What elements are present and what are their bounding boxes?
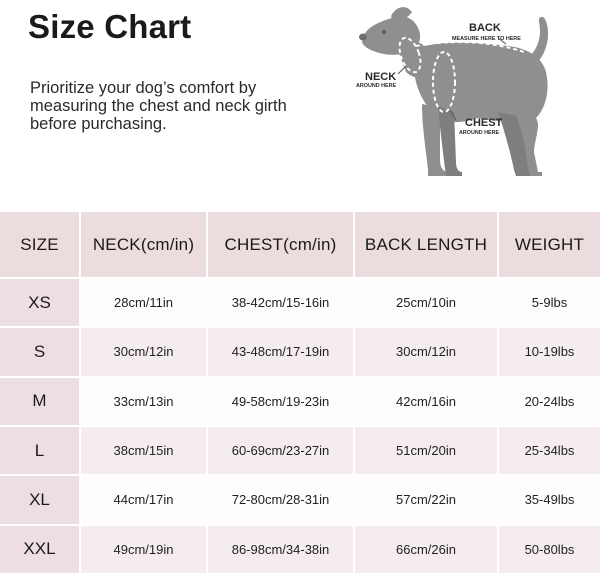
dog-measurement-diagram: BACK MEASURE HERE TO HERE NECK AROUND HE… <box>348 0 598 190</box>
size-cell: S <box>0 327 81 378</box>
table-row: M 33cm/13in 49-58cm/19-23in 42cm/16in 20… <box>0 376 600 427</box>
chest-cell: 38-42cm/15-16in <box>207 278 355 329</box>
weight-cell: 10-19lbs <box>498 327 600 378</box>
chest-cell: 49-58cm/19-23in <box>207 376 355 427</box>
size-cell: L <box>0 425 81 477</box>
table-row: S 30cm/12in 43-48cm/17-19in 30cm/12in 10… <box>0 327 600 378</box>
weight-cell: 5-9lbs <box>498 278 600 329</box>
back-length-cell: 66cm/26in <box>354 524 499 575</box>
header-chest: CHEST(cm/in) <box>207 212 355 279</box>
weight-cell: 35-49lbs <box>498 475 600 526</box>
chest-sublabel: AROUND HERE <box>459 130 500 136</box>
table-row: XS 28cm/11in 38-42cm/15-16in 25cm/10in 5… <box>0 278 600 329</box>
header-weight: WEIGHT <box>498 212 600 279</box>
size-cell: XXL <box>0 524 81 575</box>
back-length-cell: 57cm/22in <box>354 475 499 526</box>
header-neck: NECK(cm/in) <box>80 212 208 279</box>
chest-cell: 72-80cm/28-31in <box>207 475 355 526</box>
neck-cell: 38cm/15in <box>80 425 208 477</box>
neck-cell: 33cm/13in <box>80 376 208 427</box>
table-header-row: SIZE NECK(cm/in) CHEST(cm/in) BACK LENGT… <box>0 212 600 279</box>
size-table: SIZE NECK(cm/in) CHEST(cm/in) BACK LENGT… <box>0 212 600 575</box>
size-cell: XS <box>0 278 81 329</box>
chest-cell: 60-69cm/23-27in <box>207 425 355 477</box>
page-title: Size Chart <box>28 8 192 45</box>
weight-cell: 50-80lbs <box>498 524 600 575</box>
size-cell: M <box>0 376 81 427</box>
chest-cell: 86-98cm/34-38in <box>207 524 355 575</box>
back-length-cell: 30cm/12in <box>354 327 499 378</box>
neck-sublabel: AROUND HERE <box>356 83 397 89</box>
chest-label: CHEST <box>465 117 503 129</box>
weight-cell: 25-34lbs <box>498 425 600 477</box>
back-length-cell: 51cm/20in <box>354 425 499 477</box>
header-back-length: BACK LENGTH <box>354 212 499 279</box>
header-size: SIZE <box>0 212 81 279</box>
neck-cell: 28cm/11in <box>80 278 208 329</box>
chest-cell: 43-48cm/17-19in <box>207 327 355 378</box>
back-sublabel: MEASURE HERE TO HERE <box>452 36 521 42</box>
table-row: L 38cm/15in 60-69cm/23-27in 51cm/20in 25… <box>0 425 600 477</box>
neck-label: NECK <box>365 71 396 83</box>
back-length-cell: 25cm/10in <box>354 278 499 329</box>
intro-text: Prioritize your dog’s comfort by measuri… <box>30 79 287 133</box>
back-label: BACK <box>469 22 501 34</box>
neck-cell: 49cm/19in <box>80 524 208 575</box>
weight-cell: 20-24lbs <box>498 376 600 427</box>
back-length-cell: 42cm/16in <box>354 376 499 427</box>
table-row: XL 44cm/17in 72-80cm/28-31in 57cm/22in 3… <box>0 475 600 526</box>
size-cell: XL <box>0 475 81 526</box>
neck-cell: 44cm/17in <box>80 475 208 526</box>
table-row: XXL 49cm/19in 86-98cm/34-38in 66cm/26in … <box>0 524 600 575</box>
neck-cell: 30cm/12in <box>80 327 208 378</box>
